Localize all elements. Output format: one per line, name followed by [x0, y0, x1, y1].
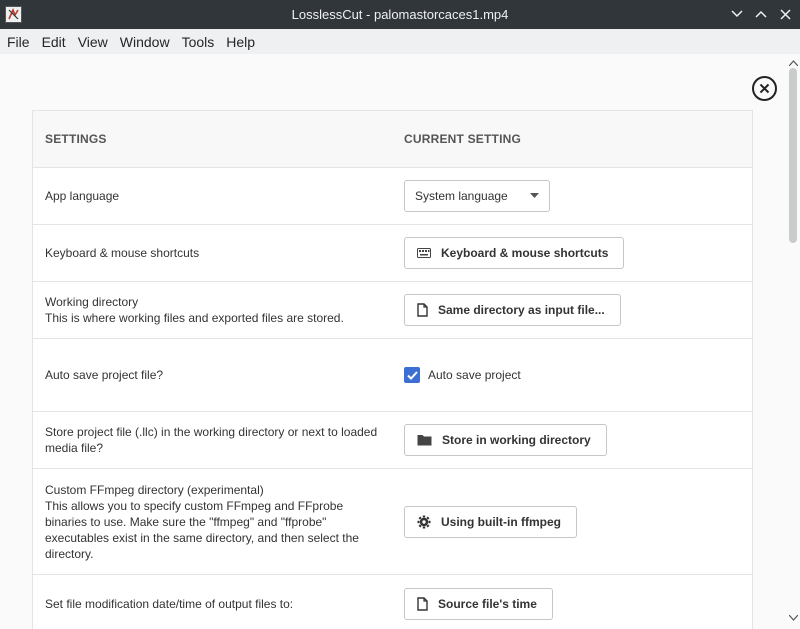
setting-label: App language [45, 189, 120, 203]
menu-tools[interactable]: Tools [177, 34, 220, 50]
gear-icon [417, 515, 431, 529]
file-icon [417, 596, 428, 611]
setting-row-shortcuts: Keyboard & mouse shortcuts Keyboard & mo… [33, 225, 752, 282]
menu-file[interactable]: File [2, 34, 35, 50]
setting-label: Store project file (.llc) in the working… [45, 425, 378, 455]
scroll-down-icon[interactable] [788, 613, 798, 623]
maximize-icon[interactable] [752, 5, 770, 23]
title-bar: LosslessCut - palomastorcaces1.mp4 [0, 0, 800, 29]
setting-label: Working directory [45, 295, 139, 309]
window-title: LosslessCut - palomastorcaces1.mp4 [291, 7, 509, 22]
settings-header-row: SETTINGS CURRENT SETTING [33, 111, 752, 168]
close-icon [759, 83, 770, 94]
folder-icon [417, 434, 432, 446]
keyboard-shortcuts-button[interactable]: Keyboard & mouse shortcuts [404, 237, 625, 269]
setting-row-file-modification-time: Set file modification date/time of outpu… [33, 575, 752, 629]
scroll-up-icon[interactable] [788, 58, 798, 68]
setting-row-working-directory: Working directory This is where working … [33, 282, 752, 339]
caret-down-icon [530, 193, 539, 198]
header-settings: SETTINGS [45, 132, 107, 146]
setting-label: Keyboard & mouse shortcuts [45, 246, 200, 260]
vertical-scrollbar[interactable] [786, 54, 800, 629]
file-time-button[interactable]: Source file's time [404, 587, 553, 620]
setting-description: This is where working files and exported… [45, 311, 344, 325]
setting-label: Auto save project file? [45, 368, 164, 382]
file-time-button-label: Source file's time [438, 596, 537, 611]
scrollbar-thumb[interactable] [789, 68, 797, 243]
auto-save-label: Auto save project [428, 368, 521, 382]
header-current-setting: CURRENT SETTING [404, 132, 521, 146]
menu-view[interactable]: View [73, 34, 113, 50]
close-settings-button[interactable] [752, 76, 777, 101]
auto-save-checkbox[interactable]: Auto save project [404, 367, 521, 383]
store-project-button-label: Store in working directory [442, 433, 591, 447]
menu-help[interactable]: Help [221, 34, 260, 50]
setting-row-auto-save: Auto save project file? Auto save projec… [33, 339, 752, 412]
ffmpeg-directory-button[interactable]: Using built-in ffmpeg [404, 505, 577, 538]
working-directory-button[interactable]: Same directory as input file... [404, 294, 621, 326]
keyboard-shortcuts-button-label: Keyboard & mouse shortcuts [441, 246, 609, 260]
setting-label: Set file modification date/time of outpu… [45, 596, 294, 611]
working-directory-button-label: Same directory as input file... [438, 303, 605, 317]
setting-row-app-language: App language System language [33, 168, 752, 225]
file-icon [417, 303, 428, 317]
menu-window[interactable]: Window [115, 34, 175, 50]
close-window-icon[interactable] [776, 5, 794, 23]
setting-row-ffmpeg: Custom FFmpeg directory (experimental) T… [33, 469, 752, 575]
language-select-value: System language [415, 189, 508, 203]
store-project-button[interactable]: Store in working directory [404, 424, 607, 456]
settings-table: SETTINGS CURRENT SETTING App language Sy… [32, 110, 753, 629]
ffmpeg-directory-button-label: Using built-in ffmpeg [441, 514, 561, 529]
checkmark-icon [404, 367, 420, 383]
settings-page: SETTINGS CURRENT SETTING App language Sy… [0, 54, 786, 629]
setting-description: This allows you to specify custom FFmpeg… [45, 498, 359, 561]
setting-label: Custom FFmpeg directory (experimental) [45, 482, 264, 497]
minimize-icon[interactable] [728, 5, 746, 23]
setting-row-store-project: Store project file (.llc) in the working… [33, 412, 752, 469]
menu-edit[interactable]: Edit [37, 34, 71, 50]
language-select[interactable]: System language [404, 180, 550, 212]
menu-bar: File Edit View Window Tools Help [0, 29, 800, 54]
keyboard-icon [417, 248, 431, 258]
